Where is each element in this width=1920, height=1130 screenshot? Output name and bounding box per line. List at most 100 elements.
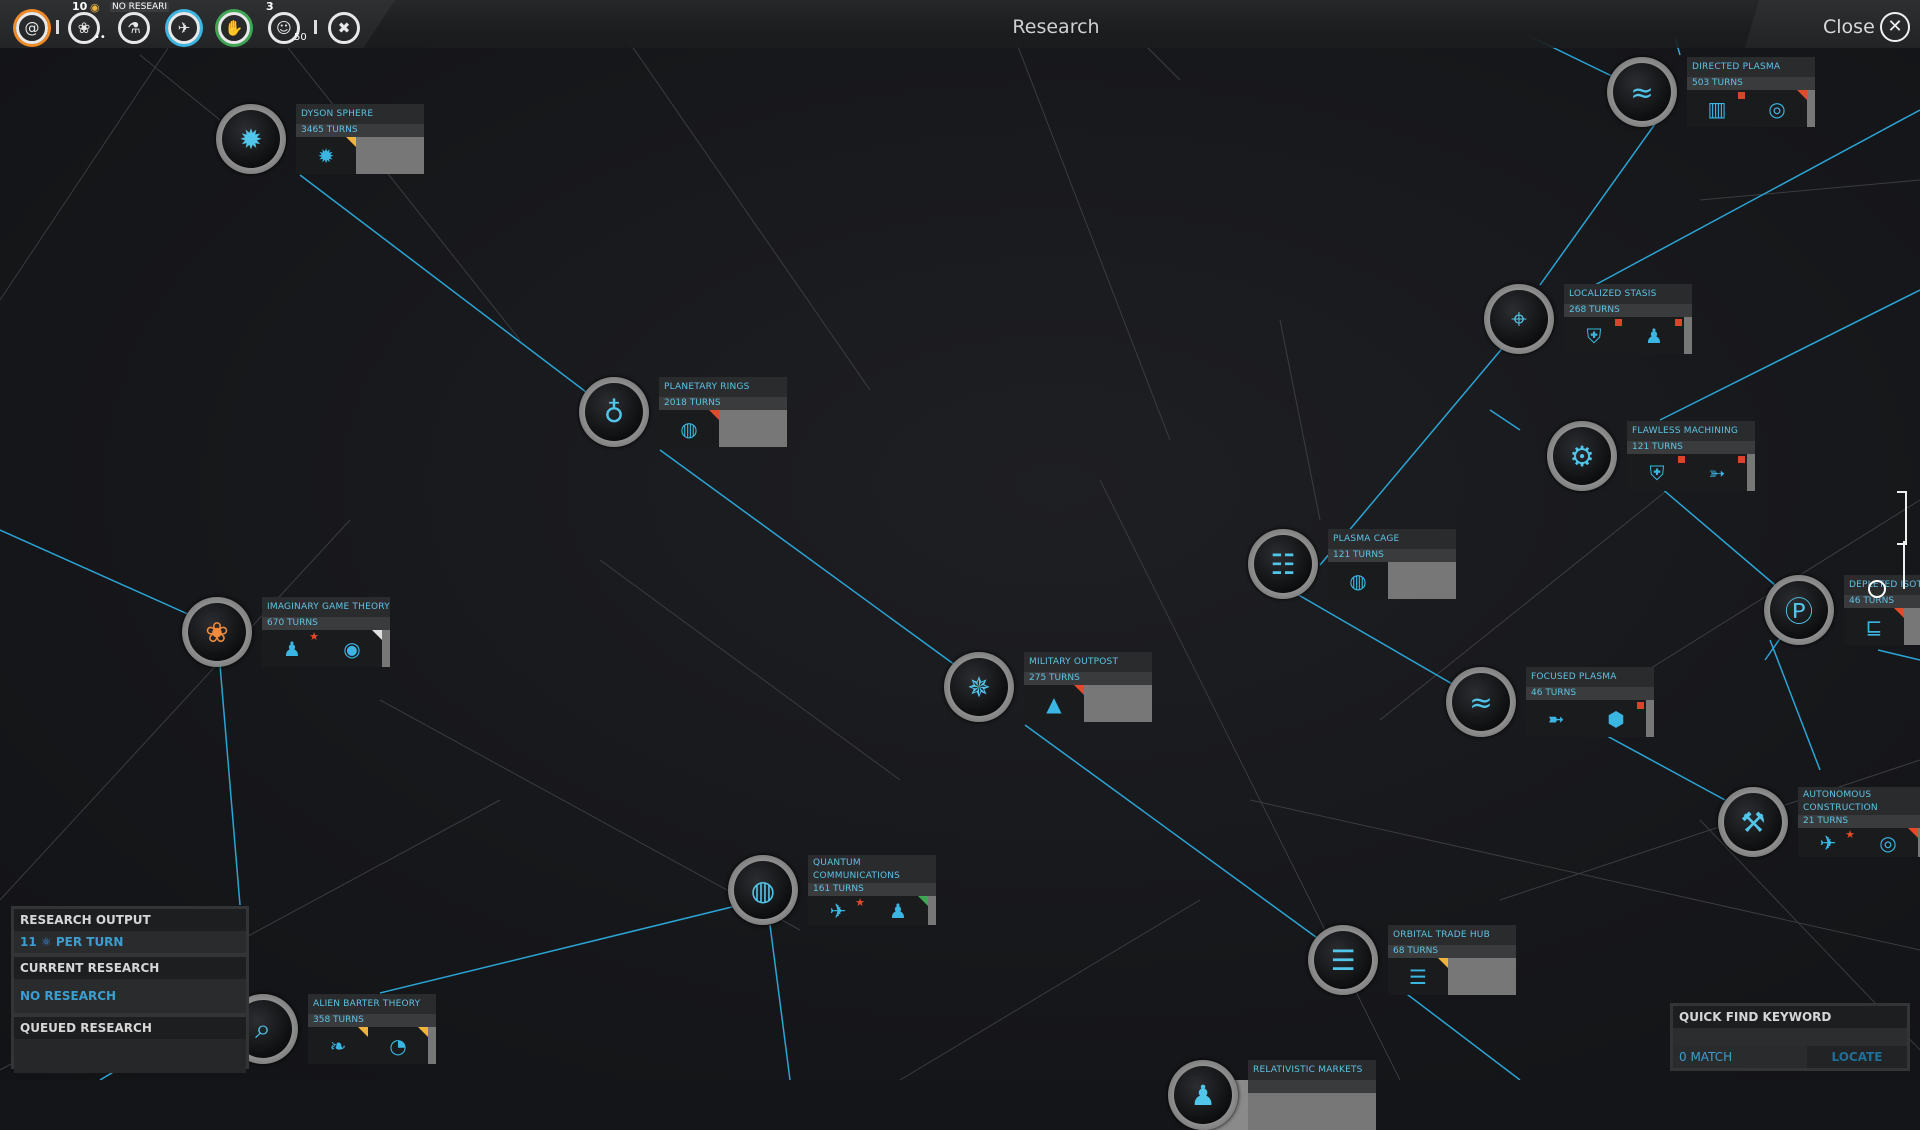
tech-icon-ring[interactable]: ♟ [1168, 1060, 1238, 1130]
tech-connection-line [1659, 289, 1920, 421]
unlock-broadcast-icon[interactable]: ◉ [322, 630, 382, 667]
unlock-flag [709, 410, 719, 420]
tech-turns: 275 TURNS [1024, 672, 1152, 685]
tech-turns: 68 TURNS [1388, 945, 1516, 958]
unlock-shield-icon[interactable]: ⛨ [1627, 454, 1687, 491]
tech-icon-ring[interactable]: ❀ [182, 597, 252, 667]
tech-turns [1248, 1080, 1376, 1093]
tech-icon-ring[interactable]: ☷ [1248, 529, 1318, 599]
unlock-people-link-icon[interactable]: ♟ [868, 896, 928, 925]
window-title: Research [1012, 16, 1100, 38]
space-station-icon: ☰ [1409, 964, 1427, 989]
globe-ring-icon: ◍ [680, 416, 698, 441]
tech-unlocks: ◍ [659, 410, 719, 447]
unlock-globe-lightning-icon[interactable]: ◍ [1328, 562, 1388, 599]
tech-info-panel: LOCALIZED STASIS 268 TURNS ⛨ ♟ [1564, 284, 1692, 354]
population-count-badge: 3 [266, 0, 274, 13]
unlock-engineer-icon[interactable]: ♟ [1624, 317, 1684, 354]
globe-signal-icon: ◍ [734, 861, 792, 919]
sun-ring-icon: ✹ [317, 143, 335, 168]
tech-icon-glyph: ☷ [1270, 547, 1296, 581]
tech-unlocks: ♟ ★ ◉ [262, 630, 382, 667]
gears-icon: ⚙ [1553, 427, 1611, 485]
tech-unlocks: ❧ ◔ [308, 1027, 428, 1064]
tech-icon-ring[interactable]: ⚒ [1718, 787, 1788, 857]
ringed-planet-icon: ♁ [585, 383, 643, 441]
tech-icon-ring[interactable]: ⌖ [1484, 284, 1554, 354]
unlock-plasma-bolt-icon[interactable]: ➼ [1526, 700, 1586, 737]
starfleet-icon: ▲ [1046, 691, 1062, 716]
unlock-sun-ring-icon[interactable]: ✹ [296, 137, 356, 174]
tech-turns: 121 TURNS [1328, 549, 1456, 562]
tech-turns: 161 TURNS [808, 883, 936, 896]
close-icon[interactable]: ✕ [1880, 12, 1910, 42]
unlock-ring-icon[interactable]: ◎ [1858, 828, 1918, 857]
unlock-alien-crowd-icon[interactable]: ♟ ★ [262, 630, 322, 667]
unlock-cornucopia-icon[interactable]: ❧ [308, 1027, 368, 1064]
tech-icon-ring[interactable]: ⚙ [1547, 421, 1617, 491]
close-label[interactable]: Close [1823, 16, 1875, 38]
faint-connection-line [999, 0, 1171, 441]
cornucopia-icon: ❧ [329, 1033, 347, 1058]
research-status-label: NO RESEARI [110, 2, 170, 12]
queued-research-list[interactable] [14, 1039, 246, 1073]
tech-name: IMAGINARY GAME THEORY [262, 597, 390, 617]
unlock-eagle-link-icon[interactable]: ✈ ★ [808, 896, 868, 925]
tech-connection-line [1489, 409, 1521, 431]
locate-button[interactable]: LOCATE [1807, 1046, 1907, 1068]
unlock-clamp-icon[interactable]: ⊑ [1844, 608, 1904, 645]
tech-info-panel: FOCUSED PLASMA 46 TURNS ➼ ⬢ [1526, 667, 1654, 737]
zoom-slider-track[interactable] [1897, 491, 1907, 545]
tech-unlocks: ▲ [1024, 685, 1084, 722]
gold-coin-icon: ◉ [90, 1, 100, 14]
tech-name: DYSON SPHERE [296, 104, 424, 124]
battery-cells-icon: ▥ [1707, 96, 1727, 121]
tech-icon-ring[interactable]: ♁ [579, 377, 649, 447]
unlock-shield-icon[interactable]: ⛨ [1564, 317, 1624, 354]
tech-icon-ring[interactable]: ✵ [944, 652, 1014, 722]
unlock-projectile-crew-icon[interactable]: ➳ [1687, 454, 1747, 491]
unlock-starfleet-icon[interactable]: ▲ [1024, 685, 1084, 722]
tech-icon-glyph: ⌖ [1511, 302, 1527, 335]
unlock-gauge-icon[interactable]: ◔ [368, 1027, 428, 1064]
unlock-globe-ring-icon[interactable]: ◍ [659, 410, 719, 447]
unlock-battery-cells-icon[interactable]: ▥ [1687, 90, 1747, 127]
tech-name: ALIEN BARTER THEORY [308, 994, 436, 1014]
unlock-flag [346, 137, 356, 147]
research-output-unit: PER TURN [55, 935, 124, 949]
engineer-icon: ♟ [1645, 323, 1663, 348]
unlock-hex-armor-icon[interactable]: ⬢ [1586, 700, 1646, 737]
tech-icon-glyph: ☰ [1330, 943, 1356, 977]
tech-connection-line [1594, 109, 1920, 286]
unlock-space-station-icon[interactable]: ☰ [1388, 958, 1448, 995]
tech-icon-glyph: ≈ [1630, 75, 1654, 109]
tech-icon-ring[interactable]: ◍ [728, 855, 798, 925]
tech-icon-ring[interactable]: ☰ [1308, 925, 1378, 995]
current-research-value[interactable]: NO RESEARCH [14, 979, 246, 1013]
tech-icon-ring[interactable]: ≈ [1607, 57, 1677, 127]
unlock-flag [1675, 319, 1682, 326]
unlock-flag [1678, 456, 1685, 463]
tech-turns: 2018 TURNS [659, 397, 787, 410]
gauge-icon: ◔ [389, 1033, 407, 1058]
ring-icon: ◎ [1879, 830, 1897, 855]
match-count: 0 MATCH [1673, 1046, 1807, 1068]
eagle-timer-icon: ✈ [1819, 830, 1837, 855]
tech-connections [0, 0, 1920, 1080]
tech-turns: 21 TURNS [1798, 815, 1920, 828]
tech-icon-glyph: ⚙ [1569, 439, 1595, 473]
tech-turns: 3465 TURNS [296, 124, 424, 137]
unlock-eagle-timer-icon[interactable]: ✈ ★ [1798, 828, 1858, 857]
unlock-flag [1738, 456, 1745, 463]
people-link-icon: ♟ [889, 898, 907, 923]
tech-icon-ring[interactable]: ✹ [216, 104, 286, 174]
tech-icon-ring[interactable]: Ⓟ [1764, 575, 1834, 645]
tech-info-panel: QUANTUM COMMUNICATIONS 161 TURNS ✈ ★ ♟ [808, 855, 936, 925]
tech-unlocks: ⛨ ➳ [1627, 454, 1747, 491]
laurel-target-icon: ◎ [1768, 96, 1786, 121]
clamp-icon: ⊑ [1865, 614, 1883, 639]
tech-icon-ring[interactable]: ≈ [1446, 667, 1516, 737]
unlock-laurel-target-icon[interactable]: ◎ [1747, 90, 1807, 127]
zoom-slider-handle[interactable] [1868, 580, 1886, 598]
quick-find-input[interactable] [1673, 1028, 1907, 1046]
